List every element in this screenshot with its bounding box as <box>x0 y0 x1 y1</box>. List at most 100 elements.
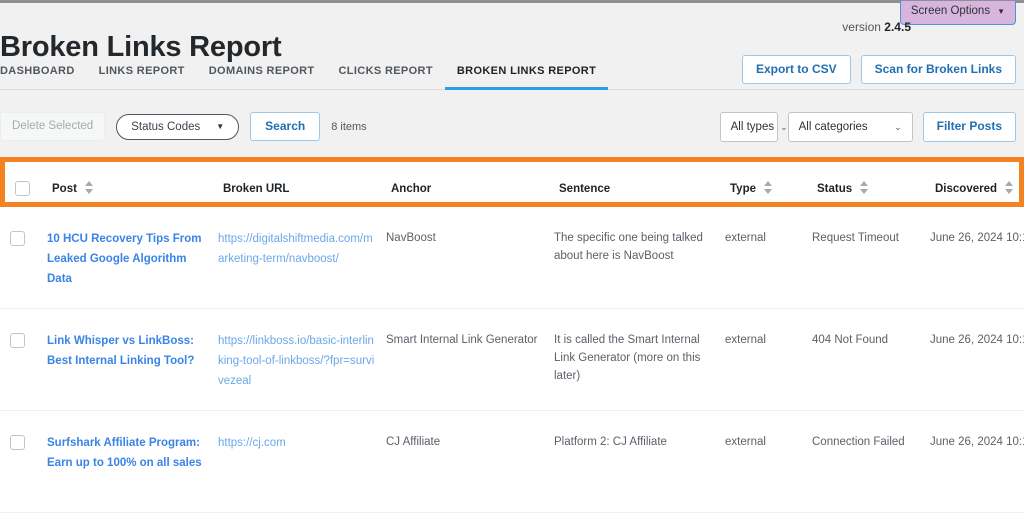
broken-url-link[interactable]: https://cj.com <box>218 433 378 453</box>
cell-sentence: Platform 2: CJ Affiliate <box>554 433 714 451</box>
tab-links-report[interactable]: Links Report <box>87 65 197 90</box>
tab-dashboard[interactable]: Dashboard <box>0 65 87 90</box>
screen-options-label: Screen Options <box>910 5 991 17</box>
delete-selected-button[interactable]: Delete Selected <box>0 112 106 141</box>
tab-clicks-report[interactable]: Clicks Report <box>327 65 445 90</box>
sort-arrows-icon[interactable] <box>1005 181 1014 194</box>
version-label: version 2.4.5 <box>842 20 911 34</box>
status-codes-label: Status Codes <box>131 120 201 133</box>
cell-post: Link Whisper vs LinkBoss: Best Internal … <box>47 331 207 371</box>
sort-descending-icon <box>860 189 869 194</box>
row-checkbox-cell <box>10 333 25 348</box>
sort-arrows-icon[interactable] <box>84 181 93 194</box>
anchor-text: Smart Internal Link Generator <box>386 334 538 346</box>
column-header-anchor-label: Anchor <box>391 183 432 195</box>
column-header-broken-url-label: Broken URL <box>223 183 290 195</box>
search-button[interactable]: Search <box>250 112 321 142</box>
sort-ascending-icon <box>1005 181 1014 186</box>
sort-arrows-icon[interactable] <box>860 181 869 194</box>
anchor-text: NavBoost <box>386 232 436 244</box>
screen-options-button[interactable]: Screen Options ▼ <box>899 1 1016 25</box>
cell-post: 10 HCU Recovery Tips From Leaked Google … <box>47 229 207 289</box>
chevron-down-icon: ▼ <box>216 121 225 131</box>
items-count: 8 items <box>331 120 367 133</box>
column-header-post-label: Post <box>52 183 77 195</box>
discovered-text: June 26, 2024 10:18 <box>930 436 1024 448</box>
sort-ascending-icon <box>860 181 869 186</box>
broken-links-table: Post Broken URL Anchor Sentence Type Sta… <box>0 157 1024 513</box>
discovered-text: June 26, 2024 10:18 <box>930 334 1024 346</box>
type-text: external <box>725 436 766 448</box>
status-text: Connection Failed <box>812 436 905 448</box>
cell-discovered: June 26, 2024 10:19 <box>930 229 1024 247</box>
table-row[interactable]: Link Whisper vs LinkBoss: Best Internal … <box>0 309 1024 411</box>
column-header-anchor[interactable]: Anchor <box>391 180 551 198</box>
cell-type: external <box>725 433 805 451</box>
cell-status: 404 Not Found <box>812 331 917 349</box>
sentence-text: The specific one being talked about here… <box>554 232 703 262</box>
column-header-discovered-label: Discovered <box>935 183 998 195</box>
sort-descending-icon <box>764 189 772 194</box>
type-text: external <box>725 334 766 346</box>
row-select-checkbox[interactable] <box>10 435 25 450</box>
cell-discovered: June 26, 2024 10:18 <box>930 331 1024 349</box>
tab-domains-report[interactable]: Domains Report <box>197 65 327 90</box>
cell-type: external <box>725 229 805 247</box>
all-types-label: All types <box>730 121 775 133</box>
filter-posts-button[interactable]: Filter Posts <box>922 112 1016 142</box>
column-header-type-label: Type <box>730 183 756 195</box>
sort-ascending-icon <box>84 181 93 186</box>
cell-anchor: Smart Internal Link Generator <box>386 331 546 349</box>
column-header-type[interactable]: Type <box>730 180 810 198</box>
status-text: Request Timeout <box>812 232 899 244</box>
toolbar-right-group: All types ⌄ All categories ⌄ Filter Post… <box>719 112 1016 142</box>
sort-arrows-icon[interactable] <box>764 181 772 194</box>
select-all-checkbox[interactable] <box>15 181 30 196</box>
cell-sentence: It is called the Smart Internal Link Gen… <box>554 331 714 385</box>
cell-status: Connection Failed <box>812 433 917 451</box>
cell-anchor: NavBoost <box>386 229 546 247</box>
cell-type: external <box>725 331 805 349</box>
cell-broken-url: https://digitalshiftmedia.com/marketing-… <box>218 229 378 269</box>
tab-broken-links-report[interactable]: Broken Links Report <box>444 65 609 90</box>
row-select-checkbox[interactable] <box>10 333 25 348</box>
cell-sentence: The specific one being talked about here… <box>554 229 714 265</box>
status-codes-select[interactable]: Status Codes ▼ <box>116 113 240 140</box>
cell-discovered: June 26, 2024 10:18 <box>930 433 1024 451</box>
anchor-text: CJ Affiliate <box>386 436 441 448</box>
status-text: 404 Not Found <box>812 334 889 346</box>
sort-descending-icon <box>1005 189 1014 194</box>
broken-url-link[interactable]: https://linkboss.io/basic-interlinking-t… <box>218 331 378 391</box>
column-header-discovered[interactable]: Discovered <box>935 180 1024 198</box>
table-toolbar: Delete Selected Status Codes ▼ Search 8 … <box>0 112 1024 146</box>
version-word: version <box>842 20 881 34</box>
post-title-link[interactable]: 10 HCU Recovery Tips From Leaked Google … <box>47 229 207 289</box>
column-header-status-label: Status <box>817 183 853 195</box>
chevron-down-icon: ▼ <box>997 6 1005 16</box>
post-title-link[interactable]: Surfshark Affiliate Program: Earn up to … <box>47 433 207 473</box>
row-select-checkbox[interactable] <box>10 231 25 246</box>
cell-post: Surfshark Affiliate Program: Earn up to … <box>47 433 207 473</box>
all-types-select[interactable]: All types ⌄ <box>719 112 788 142</box>
table-row[interactable]: 10 HCU Recovery Tips From Leaked Google … <box>0 207 1024 309</box>
column-header-status[interactable]: Status <box>817 180 922 198</box>
discovered-text: June 26, 2024 10:19 <box>930 232 1024 244</box>
column-header-sentence-label: Sentence <box>559 183 611 195</box>
sort-ascending-icon <box>764 181 772 186</box>
chevron-down-icon: ⌄ <box>894 121 902 132</box>
toolbar-left-group: Delete Selected Status Codes ▼ Search 8 … <box>0 112 367 142</box>
cell-broken-url: https://cj.com <box>218 433 378 453</box>
cell-status: Request Timeout <box>812 229 917 247</box>
all-categories-select[interactable]: All categories ⌄ <box>787 112 913 142</box>
sentence-text: It is called the Smart Internal Link Gen… <box>554 334 701 382</box>
version-number: 2.4.5 <box>884 20 911 34</box>
cell-anchor: CJ Affiliate <box>386 433 546 451</box>
broken-url-link[interactable]: https://digitalshiftmedia.com/marketing-… <box>218 229 378 269</box>
table-row[interactable]: Surfshark Affiliate Program: Earn up to … <box>0 411 1024 513</box>
column-header-post[interactable]: Post <box>52 180 212 198</box>
sort-descending-icon <box>84 189 93 194</box>
column-header-sentence[interactable]: Sentence <box>559 180 719 198</box>
column-header-broken-url[interactable]: Broken URL <box>223 180 383 198</box>
post-title-link[interactable]: Link Whisper vs LinkBoss: Best Internal … <box>47 331 207 371</box>
report-tabs: Dashboard Links Report Domains Report Cl… <box>0 60 1024 90</box>
